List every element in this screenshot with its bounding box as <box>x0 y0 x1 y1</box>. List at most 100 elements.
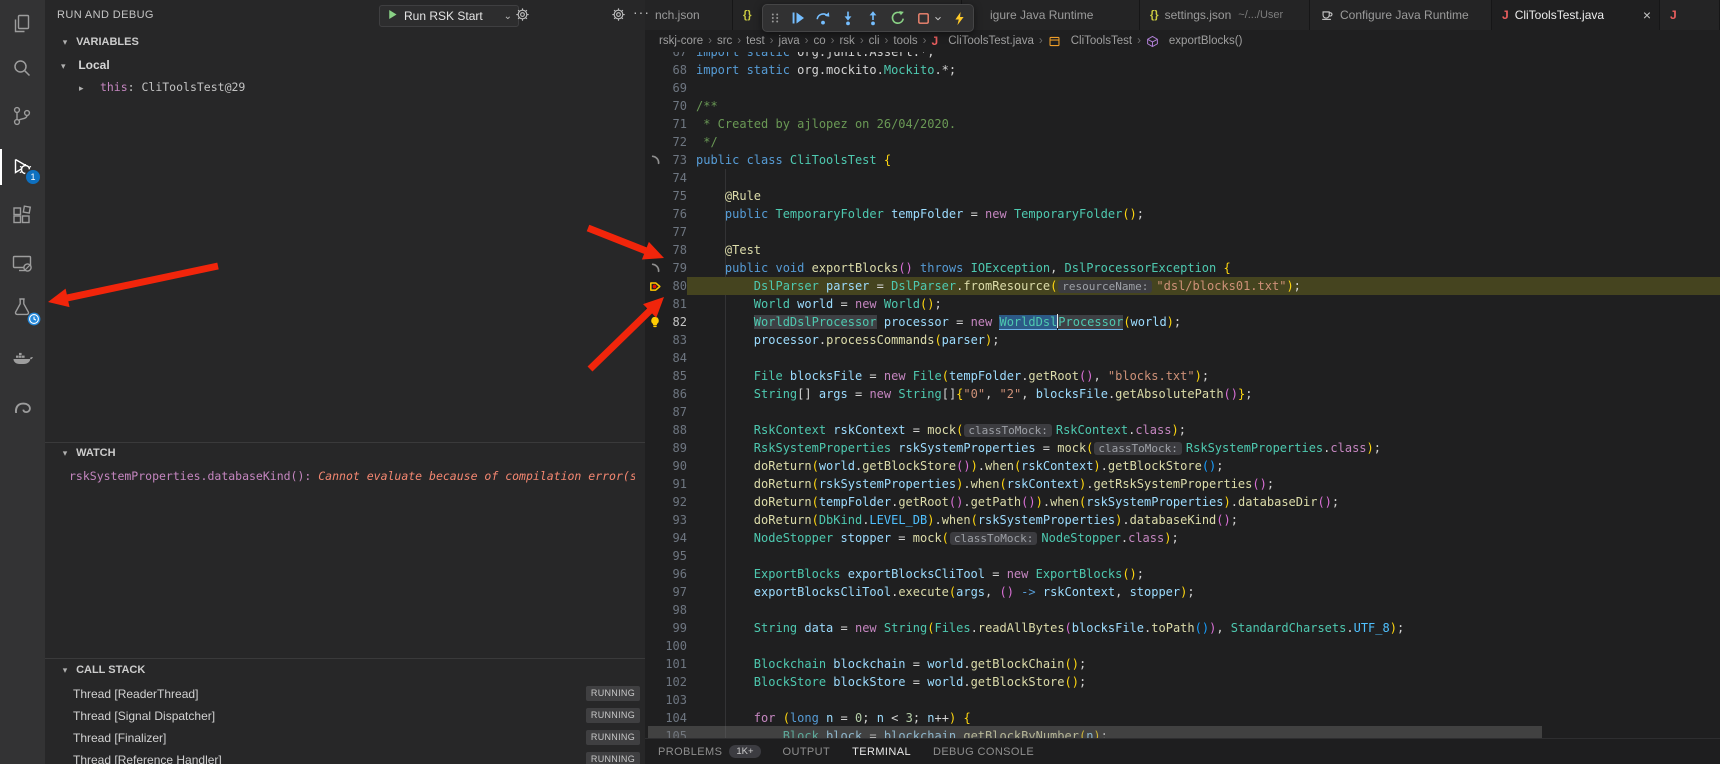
code-text[interactable] <box>687 637 1720 655</box>
code-text[interactable] <box>687 691 1720 709</box>
call-stack-section-header[interactable]: ▾ CALL STACK <box>57 664 657 684</box>
breadcrumb-item[interactable]: java <box>779 35 800 47</box>
breadcrumb-item[interactable]: cli <box>869 35 880 47</box>
code-text[interactable] <box>687 601 1720 619</box>
activity-testing-icon[interactable] <box>10 296 34 320</box>
code-text[interactable]: doReturn(tempFolder.getRoot().getPath())… <box>687 493 1720 511</box>
code-text[interactable]: BlockStore blockStore = world.getBlockSt… <box>687 673 1720 691</box>
code-text[interactable]: doReturn(world.getBlockStore()).when(rsk… <box>687 457 1720 475</box>
horizontal-scrollbar[interactable] <box>648 726 1542 738</box>
code-text[interactable]: Blockchain blockchain = world.getBlockCh… <box>687 655 1720 673</box>
variables-section-header[interactable]: ▾ VARIABLES <box>57 36 657 56</box>
code-text[interactable] <box>687 223 1720 241</box>
code-text[interactable]: /** <box>687 97 1720 115</box>
code-text[interactable]: WorldDslProcessor processor = new WorldD… <box>687 313 1720 331</box>
open-launch-json-gear-icon[interactable] <box>515 7 531 23</box>
activity-explorer-icon[interactable] <box>10 12 34 36</box>
continue-icon[interactable] <box>789 8 807 28</box>
code-text[interactable]: for (long n = 0; n < 3; n++) { <box>687 709 1720 727</box>
code-text[interactable]: public TemporaryFolder tempFolder = new … <box>687 205 1720 223</box>
step-over-icon[interactable] <box>814 8 832 28</box>
code-text[interactable]: String data = new String(Files.readAllBy… <box>687 619 1720 637</box>
code-text[interactable] <box>687 547 1720 565</box>
panel-tab-output[interactable]: OUTPUT <box>783 746 831 758</box>
panel-tab-terminal[interactable]: TERMINAL <box>852 746 911 758</box>
code-text[interactable]: doReturn(rskSystemProperties).when(rskCo… <box>687 475 1720 493</box>
variable-this-row[interactable]: ▸ this: CliToolsTest@29 <box>79 80 245 94</box>
activity-search-icon[interactable] <box>10 56 34 80</box>
editor-tab[interactable]: Configure Java Runtime <box>1310 0 1492 30</box>
settings-gear-icon[interactable] <box>611 7 627 23</box>
variables-scope-local[interactable]: ▾ Local <box>61 58 110 72</box>
code-text[interactable]: doReturn(DbKind.LEVEL_DB).when(rskSystem… <box>687 511 1720 529</box>
code-text[interactable]: public void exportBlocks() throws IOExce… <box>687 259 1720 277</box>
panel-tab-debug-console[interactable]: DEBUG CONSOLE <box>933 746 1034 758</box>
watch-section-header[interactable]: ▾ WATCH <box>57 447 657 467</box>
activity-extensions-icon[interactable] <box>10 203 34 227</box>
close-icon[interactable]: × <box>1643 7 1651 23</box>
breadcrumb-item[interactable]: rskj-core <box>659 35 703 47</box>
activity-gradle-icon[interactable] <box>10 395 34 419</box>
breadcrumb-item[interactable]: co <box>813 35 825 47</box>
run-config-dropdown[interactable]: Run RSK Start ⌄ <box>379 5 519 27</box>
code-text[interactable]: public class CliToolsTest { <box>687 151 1720 169</box>
code-text[interactable]: NodeStopper stopper = mock(classToMock:N… <box>687 529 1720 547</box>
start-debug-play-icon[interactable] <box>386 8 399 24</box>
editor-tab[interactable]: {}settings.json~/.../User <box>1140 0 1310 30</box>
step-into-icon[interactable] <box>839 8 857 28</box>
code-text[interactable]: World world = new World(); <box>687 295 1720 313</box>
code-text[interactable] <box>687 79 1720 97</box>
activity-run-and-debug-icon[interactable]: 1 <box>10 155 34 179</box>
restart-icon[interactable] <box>889 8 907 28</box>
code-text[interactable]: DslParser parser = DslParser.fromResourc… <box>687 277 1720 295</box>
editor-tab[interactable]: igure Java Runtime <box>962 0 1140 30</box>
activity-remote-explorer-icon[interactable] <box>10 251 34 275</box>
code-text[interactable]: processor.processCommands(parser); <box>687 331 1720 349</box>
gutter-arc-icon[interactable] <box>645 259 665 277</box>
step-out-icon[interactable] <box>864 8 882 28</box>
editor-tab[interactable]: nch.json <box>645 0 733 30</box>
code-text[interactable] <box>687 169 1720 187</box>
stop-chevron-icon[interactable] <box>933 8 943 28</box>
breadcrumb-file[interactable]: JCliToolsTest.java <box>932 34 1034 48</box>
code-text[interactable]: import static org.mockito.Mockito.*; <box>687 61 1720 79</box>
more-actions-icon[interactable]: ··· <box>633 4 649 20</box>
code-text[interactable]: exportBlocksCliTool.execute(args, () -> … <box>687 583 1720 601</box>
gutter-bulb-icon[interactable] <box>645 313 665 331</box>
breadcrumb-class[interactable]: CliToolsTest <box>1048 35 1132 48</box>
call-stack-thread-row[interactable]: Thread [Finalizer]RUNNING <box>45 727 645 749</box>
code-text[interactable]: ExportBlocks exportBlocksCliTool = new E… <box>687 565 1720 583</box>
line-number: 72 <box>665 133 687 151</box>
breadcrumb-item[interactable]: test <box>746 35 765 47</box>
code-text[interactable]: RskContext rskContext = mock(classToMock… <box>687 421 1720 439</box>
code-text[interactable]: RskSystemProperties rskSystemProperties … <box>687 439 1720 457</box>
code-text[interactable]: @Rule <box>687 187 1720 205</box>
activity-docker-icon[interactable] <box>10 345 34 369</box>
stop-icon[interactable] <box>914 8 932 28</box>
code-text[interactable]: @Test <box>687 241 1720 259</box>
code-text[interactable] <box>687 349 1720 367</box>
editor-tab[interactable]: J <box>1660 0 1720 30</box>
panel-tab-problems[interactable]: PROBLEMS1K+ <box>658 745 761 758</box>
code-text[interactable]: File blocksFile = new File(tempFolder.ge… <box>687 367 1720 385</box>
watch-expression-row[interactable]: rskSystemProperties.databaseKind(): Cann… <box>69 469 635 483</box>
breadcrumb-item[interactable]: rsk <box>839 35 854 47</box>
gutter-dbgarrow-icon[interactable] <box>645 277 665 295</box>
call-stack-thread-row[interactable]: Thread [ReaderThread]RUNNING <box>45 683 645 705</box>
activity-source-control-icon[interactable] <box>10 104 34 128</box>
breadcrumb-method[interactable]: exportBlocks() <box>1146 35 1243 48</box>
gutter-arc-icon[interactable] <box>645 151 665 169</box>
breadcrumb-item[interactable]: tools <box>893 35 917 47</box>
hot-code-replace-icon[interactable] <box>950 8 968 28</box>
code-text[interactable]: String[] args = new String[]{"0", "2", b… <box>687 385 1720 403</box>
tab-detail: ~/.../User <box>1238 9 1283 21</box>
code-text[interactable] <box>687 403 1720 421</box>
call-stack-thread-row[interactable]: Thread [Signal Dispatcher]RUNNING <box>45 705 645 727</box>
breadcrumb-item[interactable]: src <box>717 35 732 47</box>
code-editor[interactable]: 67import static org.junit.Assert.*;68imp… <box>645 52 1720 738</box>
code-text[interactable]: import static org.junit.Assert.*; <box>687 52 1720 61</box>
call-stack-thread-row[interactable]: Thread [Reference Handler]RUNNING <box>45 749 645 764</box>
editor-tab[interactable]: JCliToolsTest.java× <box>1492 0 1660 30</box>
code-text[interactable]: * Created by ajlopez on 26/04/2020. <box>687 115 1720 133</box>
code-text[interactable]: */ <box>687 133 1720 151</box>
